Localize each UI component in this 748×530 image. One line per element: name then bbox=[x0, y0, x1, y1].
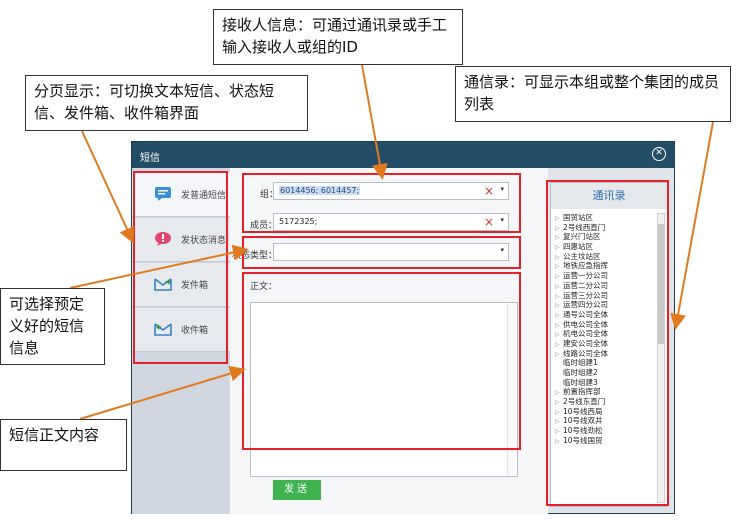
contact-list-item[interactable]: ▷ 10号线西局 bbox=[555, 407, 655, 417]
contact-label: 国贸站区 bbox=[563, 213, 593, 222]
callout-receiver-info: 接收人信息：可通过通讯录或手工输入接收人或组的ID bbox=[213, 9, 463, 65]
contact-label: 地铁应急指挥 bbox=[563, 261, 608, 271]
message-icon bbox=[155, 187, 171, 201]
tab-send-normal-sms[interactable]: 发普通短信 bbox=[132, 173, 230, 217]
tab-label: 发件箱 bbox=[181, 281, 209, 291]
contact-list-item[interactable]: ▷ 2号线东直门 bbox=[555, 397, 655, 407]
body-label: 正文： bbox=[250, 282, 278, 292]
textarea-scrollbar[interactable] bbox=[507, 303, 517, 476]
contact-list-item[interactable]: ▷ 地铁应急指挥 bbox=[555, 261, 655, 271]
contact-label: 临时组建3 bbox=[563, 377, 598, 387]
contact-label: 供电公司全体 bbox=[563, 319, 608, 329]
status-type-label: 状态类型： bbox=[232, 251, 278, 261]
contact-label: 临时组建1 bbox=[563, 358, 598, 368]
contact-label: 2号线西直门 bbox=[563, 222, 606, 232]
contacts-title: 通讯录 bbox=[551, 183, 667, 209]
contact-list-item[interactable]: ▷ 线路公司全体 bbox=[555, 349, 655, 359]
contact-list-item[interactable]: ▷ 运营三分公司 bbox=[555, 291, 655, 301]
title-bar: 短信 ✕ bbox=[132, 142, 674, 168]
contact-list-item[interactable]: 临时组建3 bbox=[555, 378, 655, 388]
member-value: 5172325; bbox=[279, 217, 318, 226]
send-button[interactable]: 发送 bbox=[273, 480, 321, 500]
contact-label: 10号线国贸 bbox=[563, 435, 603, 445]
contact-list-item[interactable]: ▷ 前置指挥部 bbox=[555, 387, 655, 397]
contact-label: 10号线双井 bbox=[563, 416, 603, 426]
tab-send-status-message[interactable]: 发状态消息 bbox=[132, 218, 230, 262]
contact-list-item[interactable]: ▷ 10号线国贸 bbox=[555, 436, 655, 446]
tab-label: 收件箱 bbox=[181, 326, 209, 336]
contact-list-item[interactable]: 临时组建1 bbox=[555, 358, 655, 368]
contact-list-item[interactable]: ▷ 复兴门站区 bbox=[555, 232, 655, 242]
compose-panel: 组： 6014456; 6014457; × ▾ 成员： 5172325; × … bbox=[230, 168, 548, 514]
clear-member-icon[interactable]: × bbox=[484, 215, 494, 229]
tab-outbox[interactable]: 发件箱 bbox=[132, 263, 230, 307]
callout-tab-switch: 分页显示：可切换文本短信、状态短信、发件箱、收件箱界面 bbox=[25, 75, 308, 131]
contact-list-item[interactable]: ▷ 2号线西直门 bbox=[555, 223, 655, 233]
contact-list-item[interactable]: ▷ 国贸站区 bbox=[555, 213, 655, 223]
chevron-down-icon[interactable]: ▾ bbox=[500, 185, 504, 193]
contact-label: 临时组建2 bbox=[563, 368, 598, 377]
contact-list-item[interactable]: ▷ 10号线劲松 bbox=[555, 426, 655, 436]
contact-label: 公主坟站区 bbox=[563, 251, 601, 261]
sms-window: 短信 ✕ 发普通短信 发状态消息 发件箱 收件箱 组： 6014456; 601… bbox=[131, 141, 675, 514]
contact-label: 复兴门站区 bbox=[563, 232, 601, 242]
close-icon[interactable]: ✕ bbox=[652, 147, 666, 161]
chevron-right-icon[interactable]: ▷ bbox=[555, 437, 563, 447]
contact-list-item[interactable]: ▷ 建安公司全体 bbox=[555, 339, 655, 349]
contact-label: 10号线劲松 bbox=[563, 426, 603, 436]
contact-label: 运营四分公司 bbox=[563, 300, 608, 310]
clear-group-icon[interactable]: × bbox=[484, 184, 494, 198]
contacts-panel: 通讯录 ▷ 国贸站区 ▷ 2号线西直门 ▷ 复兴门站区 ▷ 四惠站区 ▷ 公主坟站区 ▷ 地铁应急指挥… bbox=[550, 182, 668, 507]
contact-list-item[interactable]: 临时组建2 bbox=[555, 368, 655, 378]
contact-list-item[interactable]: ▷ 运营二分公司 bbox=[555, 281, 655, 291]
contact-label: 四惠站区 bbox=[563, 242, 593, 252]
contact-label: 前置指挥部 bbox=[563, 387, 601, 397]
message-body-textarea[interactable] bbox=[250, 302, 518, 477]
group-input[interactable]: 6014456; 6014457; × ▾ bbox=[273, 182, 509, 200]
contact-label: 运营二分公司 bbox=[563, 280, 608, 290]
contact-label: 线路公司全体 bbox=[563, 348, 608, 358]
status-message-icon bbox=[155, 232, 171, 246]
callout-message-body: 短信正文内容 bbox=[0, 419, 127, 471]
contact-list-item[interactable]: ▷ 供电公司全体 bbox=[555, 320, 655, 330]
chevron-down-icon[interactable]: ▾ bbox=[500, 216, 504, 224]
tab-label: 发状态消息 bbox=[181, 236, 227, 246]
contact-label: 10号线西局 bbox=[563, 406, 603, 416]
callout-preset-message: 可选择预定义好的短信信息 bbox=[0, 288, 105, 365]
contact-list-item[interactable]: ▷ 运营一分公司 bbox=[555, 271, 655, 281]
group-value: 6014456; 6014457; bbox=[279, 186, 361, 195]
contacts-scrollbar[interactable] bbox=[657, 213, 665, 503]
contact-label: 机电公司全体 bbox=[563, 329, 608, 339]
contact-list-item[interactable]: ▷ 运营四分公司 bbox=[555, 300, 655, 310]
scrollbar-thumb[interactable] bbox=[658, 224, 664, 344]
contact-list-item[interactable]: ▷ 四惠站区 bbox=[555, 242, 655, 252]
contacts-list: ▷ 国贸站区 ▷ 2号线西直门 ▷ 复兴门站区 ▷ 四惠站区 ▷ 公主坟站区 ▷ 地铁应急指挥 ▷ 运营一… bbox=[555, 213, 655, 446]
contact-label: 通号公司全体 bbox=[563, 309, 608, 319]
tab-label: 发普通短信 bbox=[181, 191, 227, 201]
window-title: 短信 bbox=[140, 153, 160, 164]
contact-list-item[interactable]: ▷ 公主坟站区 bbox=[555, 252, 655, 262]
status-type-select[interactable]: ▾ bbox=[273, 243, 509, 261]
sidebar: 发普通短信 发状态消息 发件箱 收件箱 bbox=[132, 168, 230, 514]
outbox-icon bbox=[154, 278, 172, 291]
contact-list-item[interactable]: ▷ 机电公司全体 bbox=[555, 329, 655, 339]
contact-label: 建安公司全体 bbox=[563, 338, 608, 348]
tab-inbox[interactable]: 收件箱 bbox=[132, 308, 230, 352]
contact-list-item[interactable]: ▷ 通号公司全体 bbox=[555, 310, 655, 320]
contact-label: 2号线东直门 bbox=[563, 397, 606, 407]
contact-label: 运营一分公司 bbox=[563, 271, 608, 281]
contact-list-item[interactable]: ▷ 10号线双井 bbox=[555, 416, 655, 426]
callout-contacts: 通信录：可显示本组或整个集团的成员列表 bbox=[455, 66, 731, 122]
inbox-icon bbox=[154, 323, 172, 336]
member-input[interactable]: 5172325; × ▾ bbox=[273, 213, 509, 231]
chevron-down-icon[interactable]: ▾ bbox=[500, 246, 504, 254]
contact-label: 运营三分公司 bbox=[563, 290, 608, 300]
